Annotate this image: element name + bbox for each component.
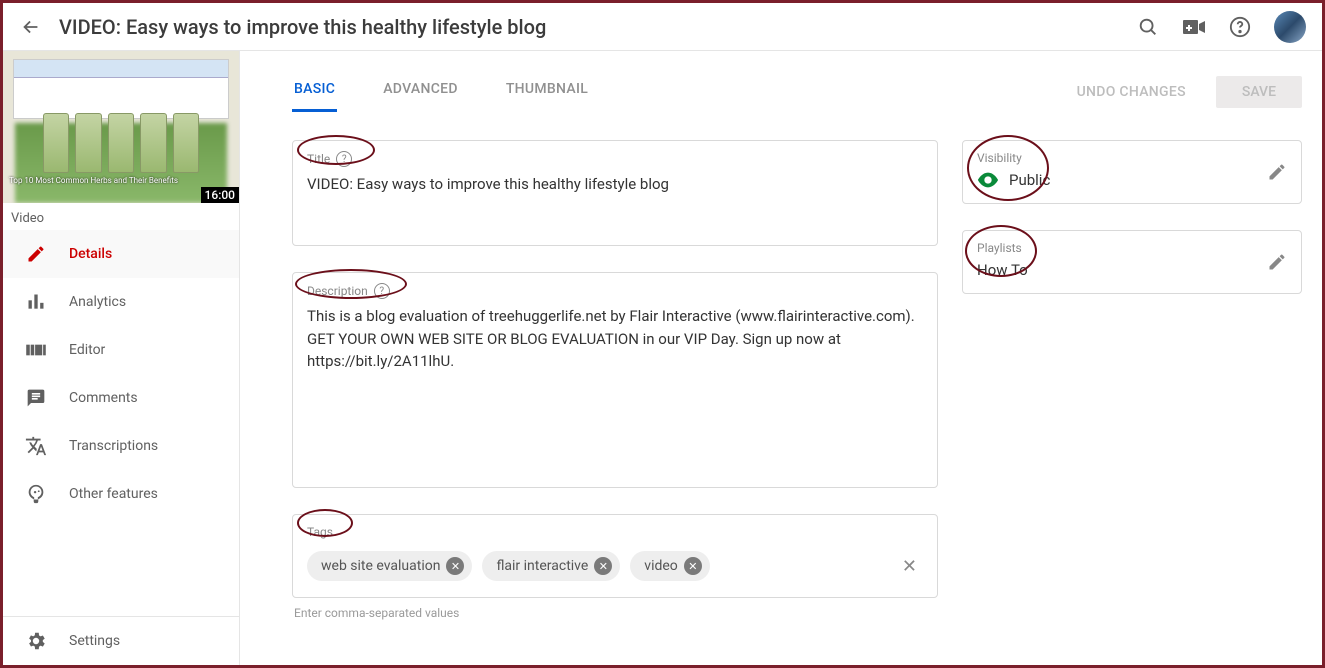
back-arrow-icon[interactable] — [19, 15, 43, 39]
nav-icon — [25, 339, 47, 361]
eye-icon — [977, 172, 999, 188]
video-thumbnail[interactable]: Top 10 Most Common Herbs and Their Benef… — [3, 51, 239, 203]
avatar[interactable] — [1274, 11, 1306, 43]
description-input[interactable]: This is a blog evaluation of treehuggerl… — [307, 305, 923, 475]
tab-advanced[interactable]: ADVANCED — [381, 71, 460, 112]
nav-icon — [25, 243, 47, 265]
remove-tag-icon[interactable]: ✕ — [684, 557, 702, 575]
visibility-label: Visibility — [977, 151, 1287, 165]
help-icon[interactable]: ? — [374, 283, 390, 299]
playlists-value: How To — [977, 261, 1028, 279]
thumbnail-caption: Top 10 Most Common Herbs and Their Benef… — [9, 176, 178, 185]
help-icon[interactable]: ? — [336, 151, 352, 167]
tab-basic[interactable]: BASIC — [292, 71, 337, 112]
sidebar-item-comments[interactable]: Comments — [3, 374, 239, 422]
sidebar-item-other-features[interactable]: Other features — [3, 470, 239, 518]
description-field[interactable]: Description ? This is a blog evaluation … — [292, 272, 938, 488]
title-field[interactable]: Title ? VIDEO: Easy ways to improve this… — [292, 140, 938, 246]
visibility-box[interactable]: Visibility Public — [962, 140, 1302, 204]
page-title: VIDEO: Easy ways to improve this healthy… — [59, 15, 1136, 39]
tags-field[interactable]: Tags web site evaluation✕flair interacti… — [292, 514, 938, 598]
tags-helper: Enter comma-separated values — [292, 606, 938, 620]
sidebar-item-analytics[interactable]: Analytics — [3, 278, 239, 326]
nav-icon — [25, 387, 47, 409]
save-button[interactable]: SAVE — [1216, 76, 1302, 108]
sidebar-item-label: Analytics — [69, 294, 126, 310]
undo-button[interactable]: UNDO CHANGES — [1063, 76, 1200, 108]
sidebar-item-label: Details — [69, 246, 112, 262]
tag-chip: flair interactive ✕ — [482, 551, 620, 581]
tag-label: web site evaluation — [321, 558, 440, 574]
sidebar: Top 10 Most Common Herbs and Their Benef… — [3, 51, 240, 665]
sidebar-item-details[interactable]: Details — [3, 230, 239, 278]
video-duration: 16:00 — [201, 187, 239, 203]
tab-thumbnail[interactable]: THUMBNAIL — [504, 71, 590, 112]
sidebar-item-label: Transcriptions — [69, 438, 158, 454]
sidebar-item-label: Editor — [69, 342, 105, 358]
top-bar: VIDEO: Easy ways to improve this healthy… — [3, 3, 1322, 51]
tabs: BASIC ADVANCED THUMBNAIL — [292, 71, 1063, 112]
sidebar-item-transcriptions[interactable]: Transcriptions — [3, 422, 239, 470]
tag-label: flair interactive — [496, 558, 588, 574]
tag-chip: web site evaluation ✕ — [307, 551, 472, 581]
remove-tag-icon[interactable]: ✕ — [594, 557, 612, 575]
tags-label: Tags — [307, 525, 333, 539]
sidebar-item-settings[interactable]: Settings — [3, 617, 239, 665]
header-actions — [1136, 11, 1306, 43]
sidebar-nav: Details Analytics Editor Comments Transcript… — [3, 230, 239, 616]
gear-icon — [25, 630, 47, 652]
edit-icon[interactable] — [1267, 162, 1287, 182]
sidebar-item-label: Other features — [69, 486, 158, 502]
tags-chips: web site evaluation✕flair interactive✕vi… — [307, 545, 923, 585]
title-input[interactable]: VIDEO: Easy ways to improve this healthy… — [307, 173, 923, 197]
nav-icon — [25, 483, 47, 505]
create-video-icon[interactable] — [1182, 15, 1206, 39]
edit-icon[interactable] — [1267, 252, 1287, 272]
main-content: BASIC ADVANCED THUMBNAIL UNDO CHANGES SAVE… — [240, 51, 1322, 665]
playlists-label: Playlists — [977, 241, 1287, 255]
sidebar-section-label: Video — [3, 203, 239, 230]
sidebar-item-label: Settings — [69, 633, 120, 649]
sidebar-item-label: Comments — [69, 390, 138, 406]
nav-icon — [25, 435, 47, 457]
tag-label: video — [644, 558, 678, 574]
nav-icon — [25, 291, 47, 313]
clear-tags-icon[interactable]: ✕ — [896, 556, 923, 577]
help-icon[interactable] — [1228, 15, 1252, 39]
visibility-value: Public — [1009, 171, 1050, 189]
remove-tag-icon[interactable]: ✕ — [446, 557, 464, 575]
description-label: Description — [307, 284, 368, 298]
sidebar-item-editor[interactable]: Editor — [3, 326, 239, 374]
playlists-box[interactable]: Playlists How To — [962, 230, 1302, 294]
title-label: Title — [307, 152, 330, 166]
tag-chip: video ✕ — [630, 551, 710, 581]
search-icon[interactable] — [1136, 15, 1160, 39]
